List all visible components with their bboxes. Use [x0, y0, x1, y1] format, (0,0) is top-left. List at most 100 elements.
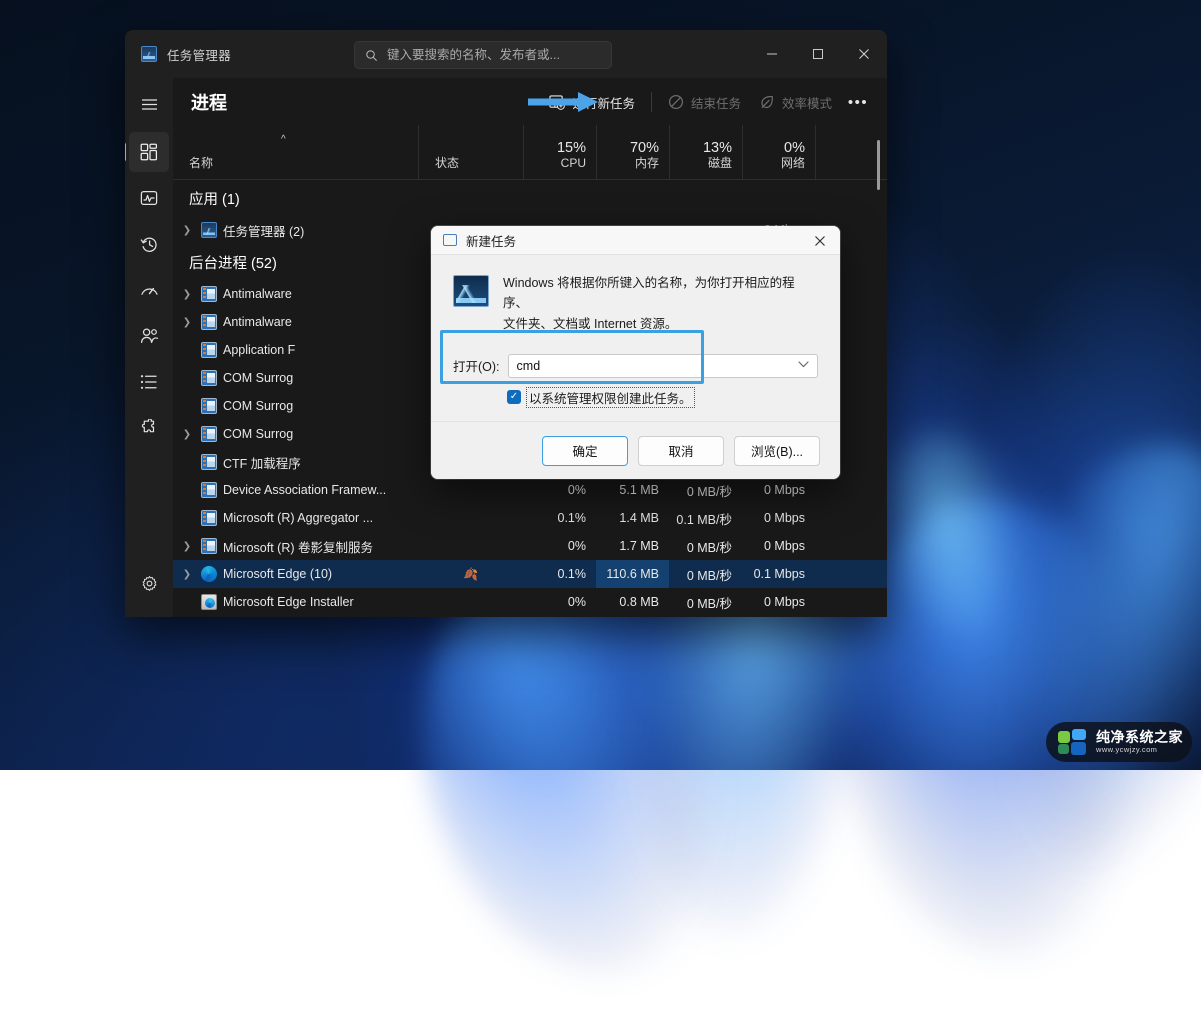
cell-name: ❯Microsoft (R) Aggregator ...	[173, 504, 418, 532]
end-task-button[interactable]: 结束任务	[659, 87, 750, 117]
service-icon	[201, 370, 217, 386]
sidebar-item-app-history[interactable]	[129, 224, 169, 264]
column-header-status[interactable]: 状态	[418, 125, 523, 179]
task-manager-icon	[201, 222, 217, 238]
cell-memory: 0.8 MB	[596, 588, 669, 616]
dialog-description-row: Windows 将根据你所键入的名称，为你打开相应的程序、 文件夹、文档或 In…	[431, 273, 840, 334]
expand-chevron-icon[interactable]: ❯	[179, 569, 195, 580]
sidebar-item-users[interactable]	[129, 316, 169, 356]
column-header-memory[interactable]: 70% 内存	[596, 125, 669, 179]
cell-name: ❯Application F	[173, 336, 418, 364]
scrollbar-thumb[interactable]	[877, 140, 880, 190]
sidebar-item-startup-apps[interactable]	[129, 270, 169, 310]
service-icon	[201, 538, 217, 554]
table-header-row: ^ 名称 状态 15% CPU 70% 内存 13%	[173, 126, 887, 180]
sidebar-item-details[interactable]	[129, 362, 169, 402]
process-name: 任务管理器 (2)	[223, 221, 304, 240]
cell-name: ❯ 任务管理器 (2)	[173, 216, 418, 244]
process-name: Microsoft (R) 卷影复制服务	[223, 537, 373, 556]
chevron-down-icon[interactable]	[798, 360, 809, 371]
watermark-logo-icon	[1058, 729, 1088, 755]
cell-cpu: 0%	[523, 476, 596, 504]
sidebar-item-services[interactable]	[129, 408, 169, 448]
network-total-percent: 0%	[784, 140, 805, 157]
table-row[interactable]: ❯Microsoft (R) 卷影复制服务0%1.7 MB0 MB/秒0 Mbp…	[173, 532, 887, 560]
process-name: Application F	[223, 343, 295, 357]
column-header-cpu[interactable]: 15% CPU	[523, 125, 596, 179]
dialog-footer: 确定 取消 浏览(B)...	[431, 421, 840, 479]
dialog-close-button[interactable]	[800, 226, 840, 255]
window-title: 任务管理器	[167, 45, 231, 64]
cell-network: 0 Mbps	[742, 532, 815, 560]
minimize-button[interactable]	[749, 30, 795, 78]
column-header-name[interactable]: ^ 名称	[173, 125, 418, 179]
efficiency-mode-button[interactable]: 效率模式	[750, 87, 841, 117]
expand-chevron-icon[interactable]: ❯	[179, 541, 195, 552]
close-button[interactable]	[841, 30, 887, 78]
table-row[interactable]: ❯Microsoft Edge (10)🍂0.1%110.6 MB0 MB/秒0…	[173, 560, 887, 588]
more-options-button[interactable]: •••	[841, 87, 875, 117]
sidebar-item-settings[interactable]	[129, 563, 169, 603]
cell-memory: 1.7 MB	[596, 532, 669, 560]
browse-button[interactable]: 浏览(B)...	[734, 436, 820, 466]
table-row[interactable]: ❯Microsoft (R) Aggregator ...0.1%1.4 MB0…	[173, 504, 887, 532]
sidebar-item-performance[interactable]	[129, 178, 169, 218]
new-task-icon	[549, 94, 565, 110]
table-row[interactable]: ❯Microsoft Edge Installer0%0.8 MB0 MB/秒0…	[173, 588, 887, 616]
watermark-url: www.ycwjzy.com	[1096, 745, 1183, 754]
cell-network: 0 Mbps	[742, 588, 815, 616]
close-icon	[814, 235, 826, 247]
service-icon	[201, 398, 217, 414]
expand-chevron-icon[interactable]: ❯	[179, 289, 195, 300]
sidebar-item-processes[interactable]	[129, 132, 169, 172]
admin-checkbox-label[interactable]: 以系统管理权限创建此任务。	[527, 388, 694, 407]
process-group-label: 应用 (1)	[173, 188, 240, 209]
search-input[interactable]	[387, 48, 601, 62]
cell-cpu: 0%	[523, 532, 596, 560]
cell-name: ❯COM Surrog	[173, 392, 418, 420]
admin-checkbox-row[interactable]: ✓ 以系统管理权限创建此任务。	[431, 388, 840, 407]
cell-name: ❯ Microsoft Edge (10)	[173, 560, 418, 588]
column-header-disk[interactable]: 13% 磁盘	[669, 125, 742, 179]
expand-chevron-icon[interactable]: ❯	[179, 317, 195, 328]
expand-chevron-icon[interactable]: ❯	[179, 225, 195, 236]
cancel-button[interactable]: 取消	[638, 436, 724, 466]
process-group-label: 后台进程 (52)	[173, 252, 277, 273]
cell-cpu: 0%	[523, 588, 596, 616]
window-controls	[749, 30, 887, 78]
cell-status	[418, 476, 523, 504]
expand-chevron-icon[interactable]: ❯	[179, 429, 195, 440]
maximize-button[interactable]	[795, 30, 841, 78]
cell-disk: 0 MB/秒	[669, 560, 742, 588]
open-combobox[interactable]: cmd	[508, 354, 818, 378]
process-name: Microsoft Edge (10)	[223, 567, 332, 581]
page-title: 进程	[191, 89, 227, 115]
dialog-body: Windows 将根据你所键入的名称，为你打开相应的程序、 文件夹、文档或 In…	[431, 255, 840, 421]
table-row[interactable]: ❯Device Association Framew...0%5.1 MB0 M…	[173, 476, 887, 504]
cell-memory: 5.1 MB	[596, 476, 669, 504]
search-box[interactable]	[354, 41, 612, 69]
service-icon	[201, 286, 217, 302]
cell-name: ❯Microsoft Edge Installer	[173, 588, 418, 616]
service-icon	[201, 426, 217, 442]
minimize-icon	[766, 48, 778, 60]
vertical-scrollbar[interactable]	[873, 126, 883, 617]
process-group-header[interactable]: 应用 (1)	[173, 180, 887, 216]
ok-button[interactable]: 确定	[542, 436, 628, 466]
dialog-title-bar: 新建任务	[431, 226, 840, 255]
open-input-value[interactable]: cmd	[517, 359, 541, 373]
cell-memory: 110.6 MB	[596, 560, 669, 588]
cell-status	[418, 504, 523, 532]
column-header-network[interactable]: 0% 网络	[742, 125, 815, 179]
edge-icon	[201, 566, 217, 582]
cell-disk: 0.1 MB/秒	[669, 504, 742, 532]
cell-name: ❯COM Surrog	[173, 364, 418, 392]
run-new-task-button[interactable]: 运行新任务	[540, 87, 644, 117]
column-header-name-label: 名称	[189, 156, 418, 172]
hamburger-menu-button[interactable]	[129, 84, 169, 124]
cell-disk: 0 MB/秒	[669, 476, 742, 504]
admin-checkbox[interactable]: ✓	[507, 390, 521, 404]
puzzle-icon	[140, 419, 158, 437]
open-label: 打开(O):	[453, 356, 500, 375]
column-header-status-label: 状态	[435, 156, 523, 172]
